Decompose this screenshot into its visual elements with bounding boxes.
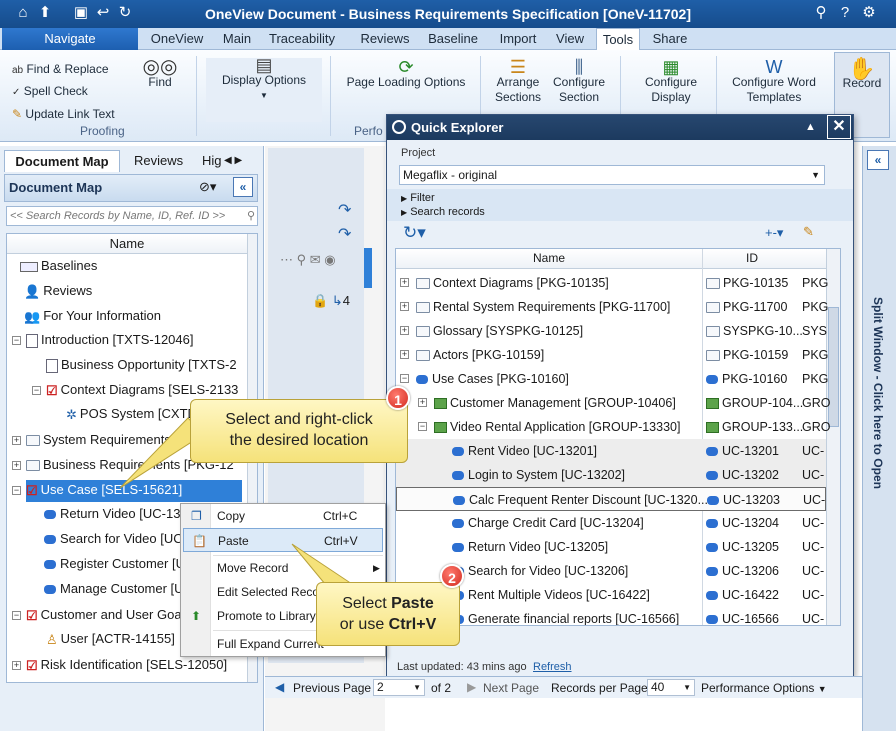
step-1-badge: 1 [386,386,410,410]
split-window-label: Split Window - Click here to Open [871,297,885,489]
pager-bar: ◀ Previous Page 2 ▼ of 2 ▶ Next Page Reco… [265,676,862,698]
chevron-down-icon: ▼ [413,683,421,692]
previous-page-button[interactable]: Previous Page [293,681,371,695]
performance-options-button[interactable]: Performance Options ▼ [701,681,827,695]
records-per-page-label: Records per Page [551,681,648,695]
callout-select-location: Select and right-click the desired locat… [190,399,408,463]
previous-page-icon[interactable]: ◀ [275,680,284,694]
split-window-strip[interactable]: « Split Window - Click here to Open [862,146,896,731]
records-per-page-select[interactable]: 40 ▼ [647,679,695,696]
page-select[interactable]: 2 ▼ [373,679,425,696]
callout-paste-instruction: Select Paste or use Ctrl+V [316,582,460,646]
expand-split-icon[interactable]: « [867,150,889,170]
page-total: of 2 [431,681,452,695]
chevron-down-icon: ▼ [683,683,691,692]
step-2-badge: 2 [440,564,464,588]
chevron-down-icon: ▼ [817,684,827,694]
next-page-icon[interactable]: ▶ [467,680,476,694]
next-page-button[interactable]: Next Page [483,681,539,695]
